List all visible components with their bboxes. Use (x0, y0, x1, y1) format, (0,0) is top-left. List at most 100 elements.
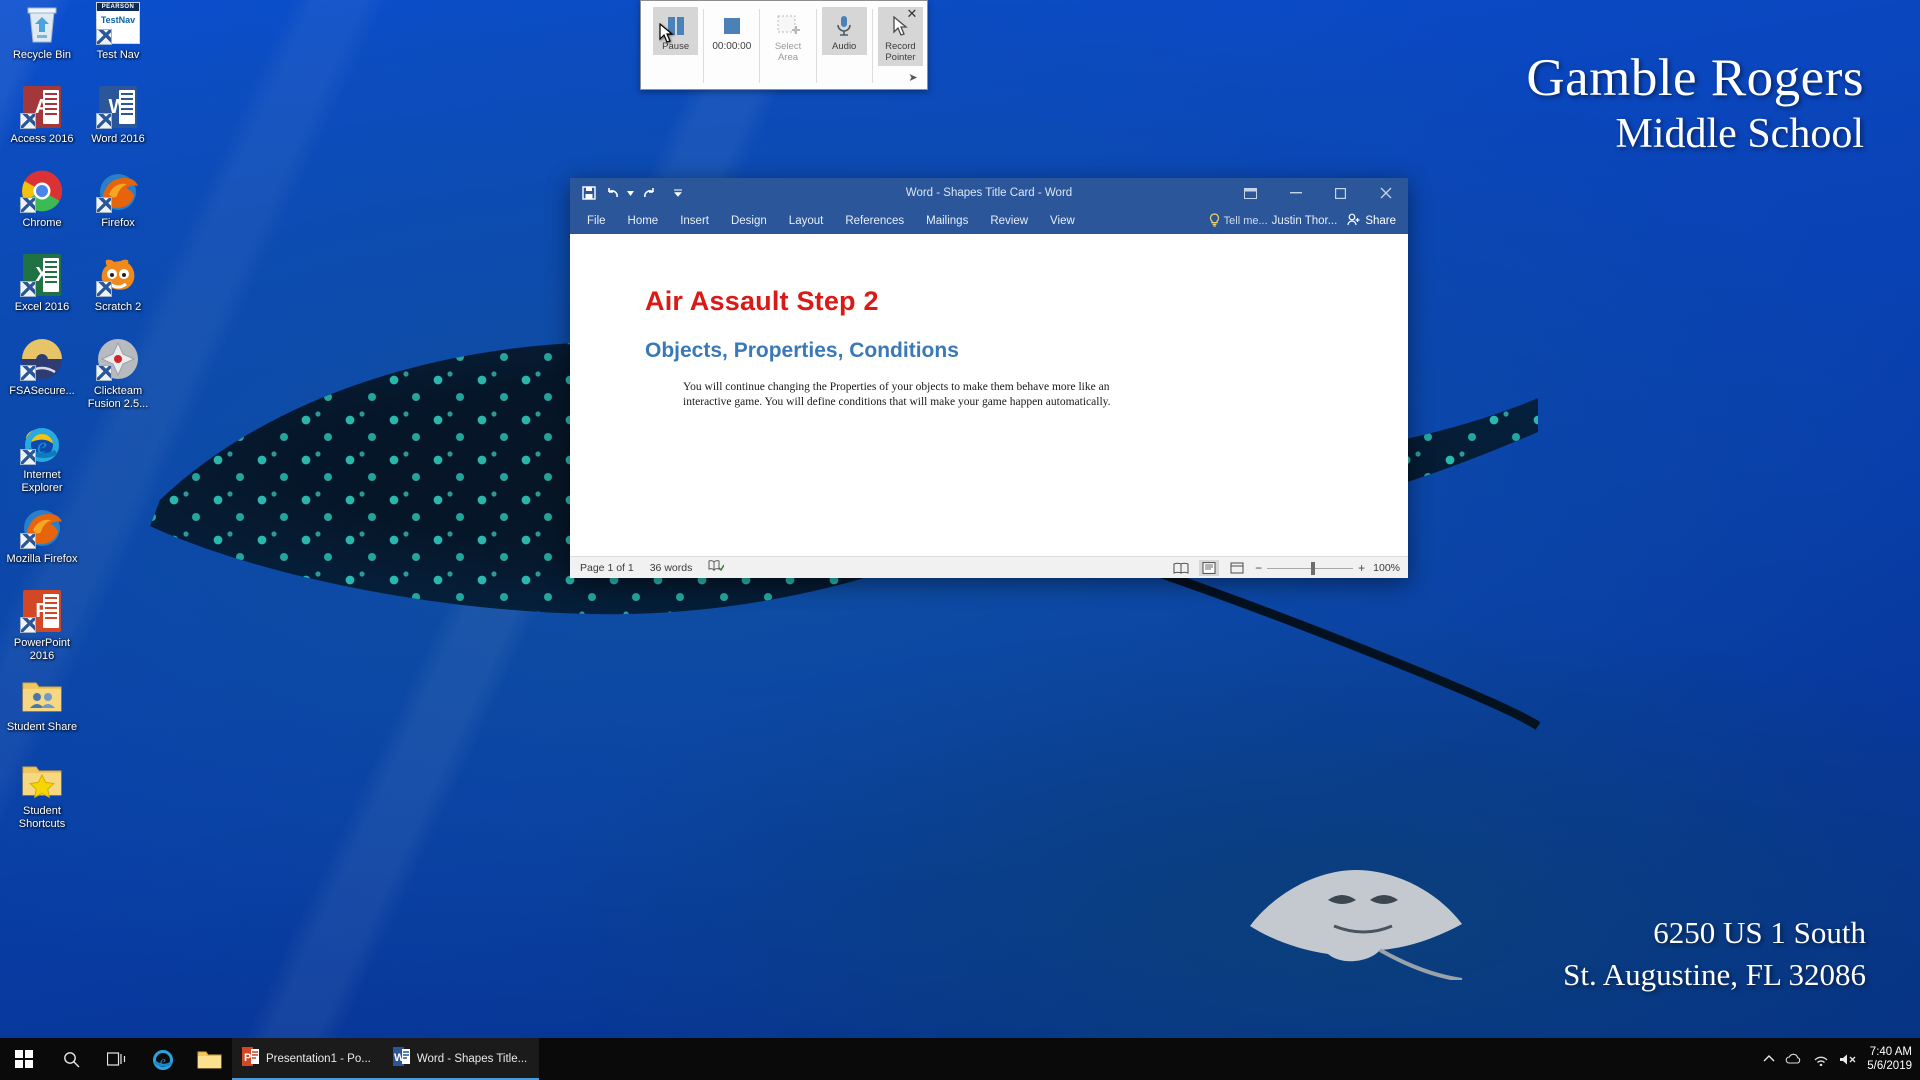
tab-view[interactable]: View (1039, 208, 1086, 234)
taskbar-task-powerpoint[interactable]: P Presentation1 - Po... (232, 1038, 383, 1080)
svg-text:e: e (37, 433, 47, 458)
zoom-out-button[interactable]: − (1255, 561, 1262, 575)
volume-mute-icon[interactable] (1839, 1053, 1857, 1066)
tab-home[interactable]: Home (617, 208, 670, 234)
folder-star-icon (19, 756, 65, 802)
record-pointer-label: Record Pointer (885, 41, 916, 63)
account-name[interactable]: Justin Thor... (1272, 215, 1338, 227)
quick-access-toolbar[interactable] (578, 182, 689, 204)
save-icon[interactable] (578, 182, 600, 204)
page-indicator[interactable]: Page 1 of 1 (580, 562, 634, 574)
desktop-icon-label: Scratch 2 (94, 301, 142, 313)
customize-quick-access-icon[interactable] (667, 182, 689, 204)
excel-2016-icon: X (19, 252, 65, 298)
stingray-logo-icon (1250, 870, 1463, 980)
word-title-bar[interactable]: Word - Shapes Title Card - Word (570, 178, 1408, 208)
close-icon[interactable]: ✕ (905, 7, 919, 21)
word-2016-icon: W (95, 84, 141, 130)
microphone-icon (834, 11, 854, 41)
tab-review[interactable]: Review (979, 208, 1039, 234)
undo-dropdown-icon[interactable] (626, 182, 635, 204)
tab-layout[interactable]: Layout (778, 208, 835, 234)
powerpoint-icon: P (242, 1047, 259, 1071)
desktop-icon-access-2016[interactable]: A Access 2016 (4, 84, 80, 162)
onedrive-icon[interactable] (1785, 1053, 1803, 1065)
clock-date: 5/6/2019 (1867, 1060, 1912, 1072)
testnav-label: TestNav (100, 15, 136, 25)
screen-recorder-toolbar[interactable]: Pause 00:00:00 Select Area Audio Record … (640, 0, 928, 90)
task-view-icon[interactable] (94, 1038, 140, 1080)
desktop-icon-clickteam-fusion[interactable]: Clickteam Fusion 2.5... (80, 336, 156, 414)
desktop-icon-test-nav[interactable]: PEARSON TestNav Test Nav (80, 0, 156, 78)
start-button[interactable] (0, 1038, 48, 1080)
document-page[interactable]: Air Assault Step 2 Objects, Properties, … (570, 234, 1408, 410)
proofing-errors-icon[interactable] (708, 560, 725, 575)
toolbar-divider (815, 9, 817, 83)
window-controls[interactable] (1228, 178, 1408, 208)
system-tray[interactable]: 7:40 AM 5/6/2019 (1763, 1038, 1920, 1080)
desktop-icon-student-shortcuts[interactable]: Student Shortcuts (4, 756, 80, 834)
zoom-in-button[interactable]: + (1358, 561, 1365, 575)
select-area-button[interactable]: Select Area (765, 7, 810, 66)
pin-toolbar-icon[interactable]: ➤ (907, 72, 919, 84)
maximize-icon[interactable] (1318, 178, 1363, 208)
undo-icon[interactable] (602, 182, 624, 204)
desktop-icon-internet-explorer[interactable]: e Internet Explorer (4, 420, 80, 498)
desktop-icon-chrome[interactable]: Chrome (4, 168, 80, 246)
tab-design[interactable]: Design (720, 208, 778, 234)
word-ribbon-tabs[interactable]: File Home Insert Design Layout Reference… (570, 208, 1408, 234)
audio-toggle-button[interactable]: Audio (821, 7, 867, 55)
document-canvas[interactable]: Air Assault Step 2 Objects, Properties, … (570, 234, 1408, 556)
desktop-icon-recycle-bin[interactable]: Recycle Bin (4, 0, 80, 78)
powerpoint-2016-icon: P (19, 588, 65, 634)
desktop[interactable]: Gamble Rogers Middle School 6250 US 1 So… (0, 0, 1920, 1080)
taskbar-file-explorer[interactable] (186, 1038, 232, 1080)
share-button[interactable]: Share (1341, 211, 1402, 231)
taskbar-task-word[interactable]: W Word - Shapes Title... (382, 1038, 540, 1080)
taskbar-internet-explorer[interactable]: e (140, 1038, 186, 1080)
address-line-1: 6250 US 1 South (1653, 915, 1866, 950)
status-bar-right[interactable]: − + 100% (1171, 557, 1400, 579)
desktop-icon-firefox[interactable]: Firefox (80, 168, 156, 246)
ribbon-display-options-icon[interactable] (1228, 178, 1273, 208)
redo-icon[interactable] (637, 182, 659, 204)
stop-recording-button[interactable]: 00:00:00 (709, 7, 754, 55)
close-icon[interactable] (1363, 178, 1408, 208)
zoom-level[interactable]: 100% (1373, 562, 1400, 574)
document-title: Air Assault Step 2 (645, 286, 879, 316)
tab-mailings[interactable]: Mailings (915, 208, 979, 234)
network-icon[interactable] (1813, 1053, 1829, 1066)
tab-file[interactable]: File (576, 208, 617, 234)
taskbar-task-label: Word - Shapes Title... (416, 1053, 528, 1065)
word-count[interactable]: 36 words (650, 562, 693, 574)
minimize-icon[interactable] (1273, 178, 1318, 208)
tab-references[interactable]: References (834, 208, 915, 234)
word-status-bar[interactable]: Page 1 of 1 36 words − + 100% (570, 556, 1408, 578)
show-hidden-icons-icon[interactable] (1763, 1055, 1775, 1063)
desktop-icon-student-share[interactable]: Student Share (4, 672, 80, 750)
ribbon-right-group[interactable]: Tell me... Justin Thor... Share (1209, 208, 1402, 234)
zoom-thumb[interactable] (1311, 561, 1316, 575)
desktop-icon-label: Test Nav (96, 49, 140, 61)
desktop-icon-mozilla-firefox[interactable]: Mozilla Firefox (4, 504, 80, 582)
search-icon[interactable] (48, 1038, 94, 1080)
desktop-icon-powerpoint-2016[interactable]: P PowerPoint 2016 (4, 588, 80, 666)
taskbar[interactable]: e P Presentation1 - Po... W Word - Shape… (0, 1038, 1920, 1080)
recording-timer: 00:00:00 (712, 41, 752, 52)
print-layout-icon[interactable] (1199, 560, 1220, 576)
desktop-icon-column-right: PEARSON TestNav Test Nav W Word 2016 Fir… (80, 0, 156, 420)
zoom-track[interactable] (1267, 561, 1354, 575)
read-mode-icon[interactable] (1171, 560, 1191, 576)
tab-insert[interactable]: Insert (669, 208, 720, 234)
word-window[interactable]: Word - Shapes Title Card - Word File Hom… (570, 178, 1408, 578)
desktop-icon-label: Recycle Bin (12, 49, 72, 61)
desktop-icon-word-2016[interactable]: W Word 2016 (80, 84, 156, 162)
clock[interactable]: 7:40 AM 5/6/2019 (1867, 1045, 1912, 1073)
desktop-icon-excel-2016[interactable]: X Excel 2016 (4, 252, 80, 330)
chrome-icon (19, 168, 65, 214)
web-layout-icon[interactable] (1227, 560, 1247, 576)
zoom-slider[interactable]: − + (1255, 561, 1365, 575)
desktop-icon-fsa-secure[interactable]: FSASecure... (4, 336, 80, 414)
tell-me-search[interactable]: Tell me... (1209, 212, 1268, 230)
desktop-icon-scratch-2[interactable]: Scratch 2 (80, 252, 156, 330)
